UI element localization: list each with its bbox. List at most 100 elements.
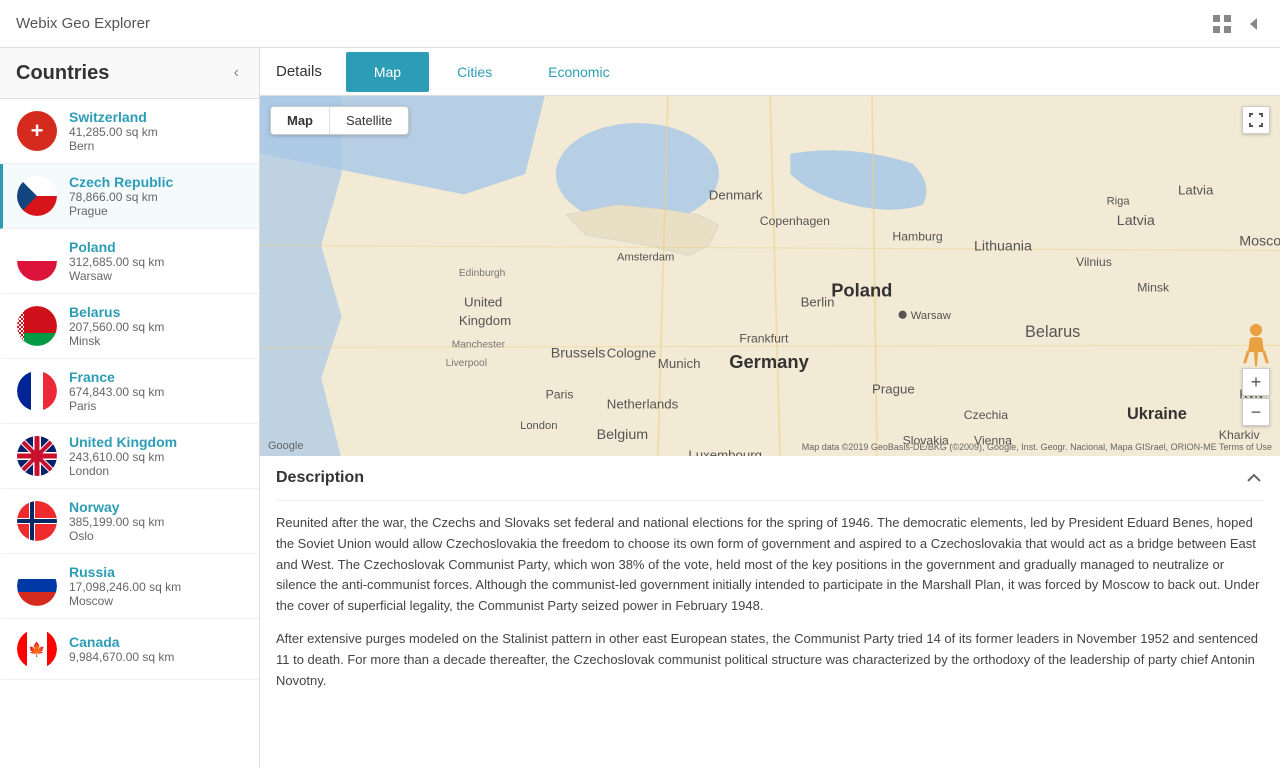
- country-info: Belarus207,560.00 sq kmMinsk: [69, 304, 164, 348]
- grid-icon[interactable]: [1212, 14, 1232, 34]
- topbar-actions: [1212, 14, 1264, 34]
- svg-text:Hamburg: Hamburg: [892, 229, 943, 243]
- country-name: Norway: [69, 499, 164, 515]
- tab-bar: Details Map Cities Economic: [260, 48, 1280, 96]
- country-info: Russia17,098,246.00 sq kmMoscow: [69, 564, 181, 608]
- svg-text:Manchester: Manchester: [452, 339, 506, 350]
- country-info: United Kingdom243,610.00 sq kmLondon: [69, 434, 177, 478]
- sidebar-collapse-button[interactable]: ‹: [230, 60, 243, 86]
- country-capital: Moscow: [69, 594, 181, 608]
- svg-text:Latvia: Latvia: [1178, 182, 1214, 197]
- svg-text:Brussels: Brussels: [551, 346, 606, 362]
- map-zoom-out-button[interactable]: −: [1242, 398, 1270, 426]
- country-area: 243,610.00 sq km: [69, 450, 177, 464]
- country-capital: Warsaw: [69, 269, 164, 283]
- svg-text:Riga: Riga: [1107, 196, 1131, 208]
- country-capital: Oslo: [69, 529, 164, 543]
- country-item[interactable]: Poland312,685.00 sq kmWarsaw: [0, 229, 259, 294]
- map-type-satellite-button[interactable]: Satellite: [330, 107, 408, 134]
- topbar: Webix Geo Explorer: [0, 0, 1280, 48]
- svg-text:Frankfurt: Frankfurt: [739, 331, 789, 345]
- country-name: Poland: [69, 239, 164, 255]
- map-zoom-in-button[interactable]: +: [1242, 368, 1270, 396]
- country-capital: Paris: [69, 399, 164, 413]
- country-area: 17,098,246.00 sq km: [69, 580, 181, 594]
- country-name: United Kingdom: [69, 434, 177, 450]
- description-collapse-icon[interactable]: [1244, 468, 1264, 488]
- description-paragraph: Reunited after the war, the Czechs and S…: [276, 513, 1264, 617]
- country-capital: London: [69, 464, 177, 478]
- country-info: Poland312,685.00 sq kmWarsaw: [69, 239, 164, 283]
- svg-text:🍁: 🍁: [28, 641, 45, 658]
- app-title: Webix Geo Explorer: [16, 15, 150, 32]
- country-item[interactable]: United Kingdom243,610.00 sq kmLondon: [0, 424, 259, 489]
- arrow-left-icon[interactable]: [1244, 14, 1264, 34]
- country-info: Canada9,984,670.00 sq km: [69, 634, 174, 664]
- description-content: Reunited after the war, the Czechs and S…: [276, 513, 1264, 691]
- svg-text:Paris: Paris: [546, 387, 574, 401]
- tab-cities[interactable]: Cities: [429, 52, 520, 92]
- country-item[interactable]: +Switzerland41,285.00 sq kmBern: [0, 99, 259, 164]
- map-container: Poland Germany Belarus Lithuania Latvia …: [260, 96, 1280, 456]
- country-item[interactable]: Czech Republic78,866.00 sq kmPrague: [0, 164, 259, 229]
- svg-text:Netherlands: Netherlands: [607, 397, 679, 412]
- country-area: 312,685.00 sq km: [69, 255, 164, 269]
- country-item[interactable]: Norway385,199.00 sq kmOslo: [0, 489, 259, 554]
- svg-text:Poland: Poland: [831, 279, 892, 300]
- country-name: France: [69, 369, 164, 385]
- map-fullscreen-button[interactable]: [1242, 106, 1270, 134]
- map-copyright: Map data ©2019 GeoBasis-DE/BKG (©2009), …: [802, 442, 1272, 452]
- svg-text:Denmark: Denmark: [709, 188, 763, 203]
- svg-text:Berlin: Berlin: [801, 295, 835, 310]
- description-paragraph: After extensive purges modeled on the St…: [276, 629, 1264, 691]
- svg-text:Cologne: Cologne: [607, 346, 656, 361]
- country-info: France674,843.00 sq kmParis: [69, 369, 164, 413]
- svg-text:Kharkiv: Kharkiv: [1219, 428, 1261, 442]
- tab-economic[interactable]: Economic: [520, 52, 637, 92]
- country-item[interactable]: Belarus207,560.00 sq kmMinsk: [0, 294, 259, 359]
- map-type-toggle: Map Satellite: [270, 106, 409, 135]
- svg-text:Warsaw: Warsaw: [911, 310, 952, 322]
- svg-text:United: United: [464, 295, 502, 310]
- svg-text:Latvia: Latvia: [1117, 213, 1155, 229]
- svg-text:Munich: Munich: [658, 356, 701, 371]
- country-list: +Switzerland41,285.00 sq kmBernCzech Rep…: [0, 99, 259, 768]
- svg-text:Germany: Germany: [729, 351, 809, 372]
- country-area: 674,843.00 sq km: [69, 385, 164, 399]
- map-svg: Poland Germany Belarus Lithuania Latvia …: [260, 96, 1280, 456]
- svg-text:Prague: Prague: [872, 381, 915, 396]
- fullscreen-icon: [1248, 112, 1264, 128]
- country-area: 41,285.00 sq km: [69, 125, 158, 139]
- sidebar-header: Countries ‹: [0, 48, 259, 99]
- description-header: Description: [276, 456, 1264, 501]
- country-name: Czech Republic: [69, 174, 173, 190]
- svg-text:Liverpool: Liverpool: [446, 358, 487, 369]
- country-capital: Minsk: [69, 334, 164, 348]
- svg-text:Copenhagen: Copenhagen: [760, 214, 830, 228]
- details-label: Details: [276, 63, 322, 80]
- country-item[interactable]: France674,843.00 sq kmParis: [0, 359, 259, 424]
- country-name: Switzerland: [69, 109, 158, 125]
- country-name: Belarus: [69, 304, 164, 320]
- svg-text:Vilnius: Vilnius: [1076, 255, 1112, 269]
- country-capital: Prague: [69, 204, 173, 218]
- svg-text:London: London: [520, 420, 557, 432]
- tab-map[interactable]: Map: [346, 52, 429, 92]
- svg-text:Minsk: Minsk: [1137, 280, 1170, 294]
- street-view-button[interactable]: [1242, 322, 1270, 366]
- sidebar: Countries ‹ +Switzerland41,285.00 sq kmB…: [0, 48, 260, 768]
- description-section: Description Reunited after the war, the …: [260, 456, 1280, 768]
- svg-text:Moscow: Moscow: [1239, 233, 1280, 249]
- country-item[interactable]: 🍁 Canada9,984,670.00 sq km: [0, 619, 259, 680]
- content-area: Details Map Cities Economic: [260, 48, 1280, 768]
- country-area: 9,984,670.00 sq km: [69, 650, 174, 664]
- svg-text:Ukraine: Ukraine: [1127, 405, 1187, 423]
- country-item[interactable]: Russia17,098,246.00 sq kmMoscow: [0, 554, 259, 619]
- map-type-map-button[interactable]: Map: [271, 107, 330, 134]
- country-name: Russia: [69, 564, 181, 580]
- svg-text:Amsterdam: Amsterdam: [617, 252, 674, 264]
- svg-text:Lithuania: Lithuania: [974, 239, 1032, 255]
- country-area: 78,866.00 sq km: [69, 190, 173, 204]
- svg-text:Luxembourg: Luxembourg: [688, 448, 762, 456]
- svg-text:Kingdom: Kingdom: [459, 313, 511, 328]
